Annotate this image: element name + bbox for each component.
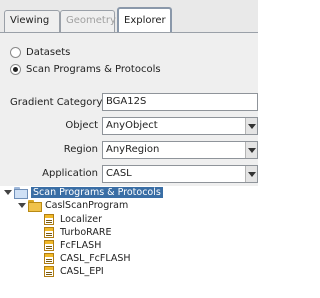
folder-open-icon xyxy=(14,187,28,199)
radio-label-scan-programs: Scan Programs & Protocols xyxy=(26,63,161,75)
radio-button-scan-programs[interactable] xyxy=(10,63,21,75)
tree-node-label: Scan Programs & Protocols xyxy=(31,186,163,198)
tree-node-program[interactable]: CaslScanProgram xyxy=(18,199,129,212)
tab-geometry[interactable]: Geometry xyxy=(60,10,116,32)
tree-node-protocol[interactable]: FcFLASH xyxy=(44,239,101,251)
protocol-file-icon xyxy=(44,252,54,264)
object-select-value: AnyObject xyxy=(106,120,158,131)
tab-bar: Viewing Geometry Explorer xyxy=(0,0,258,32)
region-select[interactable]: AnyRegion xyxy=(102,141,258,159)
protocol-file-icon xyxy=(44,226,54,238)
application-label: Application xyxy=(42,168,98,179)
expand-toggle-icon[interactable] xyxy=(18,199,26,211)
gradient-category-label: Gradient Category xyxy=(10,97,103,108)
gradient-category-field[interactable]: BGA12S xyxy=(102,93,258,111)
application-select[interactable]: CASL xyxy=(102,165,258,183)
tab-viewing[interactable]: Viewing xyxy=(4,10,60,32)
radio-scan-programs[interactable]: Scan Programs & Protocols xyxy=(10,62,161,76)
protocol-file-icon xyxy=(44,239,54,251)
tab-explorer[interactable]: Explorer xyxy=(117,7,172,32)
region-label: Region xyxy=(63,144,98,155)
tree-node-root[interactable]: Scan Programs & Protocols xyxy=(4,186,163,199)
radio-datasets[interactable]: Datasets xyxy=(10,45,70,59)
tree-node-protocol[interactable]: CASL_FcFLASH xyxy=(44,252,131,264)
region-select-value: AnyRegion xyxy=(106,144,160,155)
tree-node-label: CASL_FcFLASH xyxy=(60,252,131,264)
chevron-down-icon[interactable] xyxy=(245,118,257,134)
radio-button-datasets[interactable] xyxy=(10,46,21,58)
tree-node-protocol[interactable]: Localizer xyxy=(44,213,102,225)
protocol-file-icon xyxy=(44,265,54,277)
application-select-value: CASL xyxy=(106,168,132,179)
object-select[interactable]: AnyObject xyxy=(102,117,258,135)
tree-node-label: TurboRARE xyxy=(60,226,112,238)
tree-node-label: FcFLASH xyxy=(60,239,102,251)
folder-open-icon xyxy=(28,200,42,212)
chevron-down-icon[interactable] xyxy=(245,142,257,158)
tree-node-protocol[interactable]: TurboRARE xyxy=(44,226,111,238)
radio-label-datasets: Datasets xyxy=(26,46,71,58)
chevron-down-icon[interactable] xyxy=(245,166,257,182)
protocol-tree: Scan Programs & Protocols CaslScanProgra… xyxy=(0,186,258,298)
tree-node-label: CaslScanProgram xyxy=(45,199,129,211)
tree-node-protocol[interactable]: CASL_EPI xyxy=(44,265,104,277)
object-label: Object xyxy=(65,120,98,131)
protocol-file-icon xyxy=(44,213,54,225)
expand-toggle-icon[interactable] xyxy=(4,186,12,198)
tree-node-label: CASL_EPI xyxy=(60,265,104,277)
tree-node-label: Localizer xyxy=(60,213,102,225)
